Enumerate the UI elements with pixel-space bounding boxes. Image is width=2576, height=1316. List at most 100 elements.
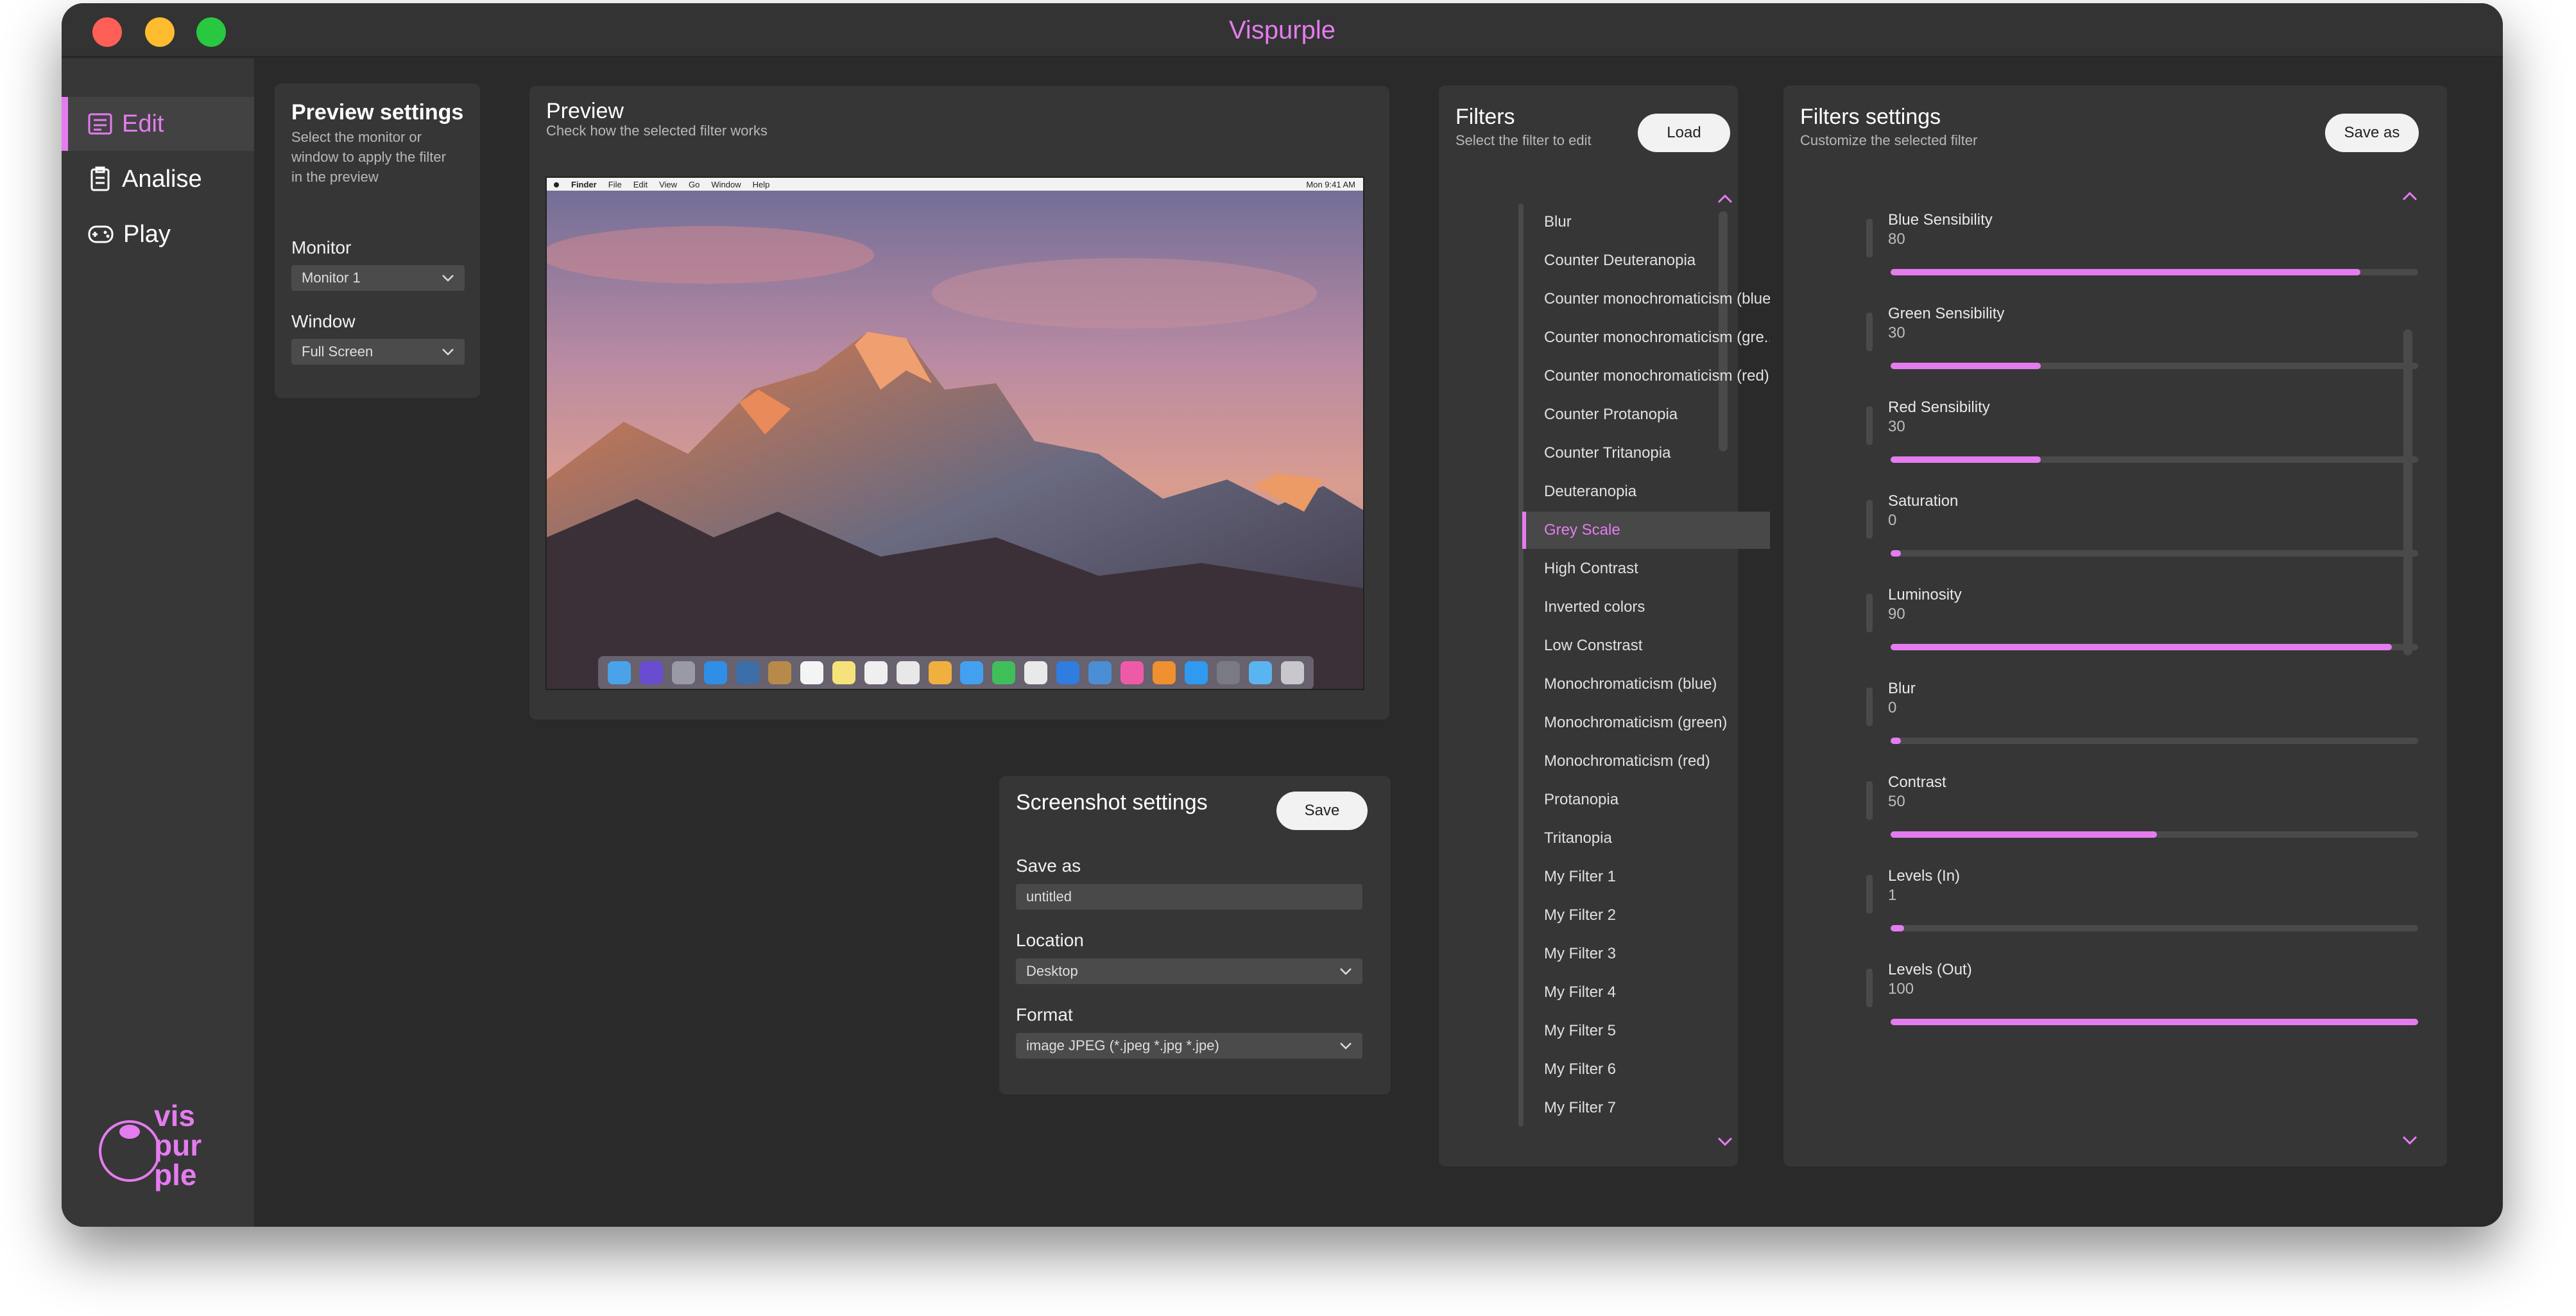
menubar-item: Go <box>689 179 700 189</box>
panel-subtitle: Customize the selected filter <box>1800 132 1978 148</box>
siri-icon <box>639 661 663 684</box>
filter-list-item[interactable]: My Filter 3 <box>1522 935 1770 973</box>
setting-value: 1 <box>1888 887 1897 904</box>
filter-list-item[interactable]: Deuteranopia <box>1522 473 1770 510</box>
setting-value: 30 <box>1888 324 1905 342</box>
setting-slider[interactable] <box>1891 456 2418 463</box>
filter-list-item[interactable]: High Contrast <box>1522 550 1770 587</box>
monitor-select[interactable]: Monitor 1 <box>291 265 465 291</box>
setting-slider[interactable] <box>1891 644 2418 650</box>
menubar-clock: Mon 9:41 AM <box>1306 179 1355 189</box>
filter-list-item[interactable]: Counter Protanopia <box>1522 396 1770 433</box>
filter-setting-row: Levels (Out) 100 <box>1866 961 2418 1044</box>
sidebar-item-label: Play <box>123 220 171 248</box>
filter-list-item[interactable]: Counter monochromaticism (blue) <box>1522 281 1770 318</box>
chevron-up-icon[interactable] <box>2401 189 2419 202</box>
maps-icon <box>896 661 920 684</box>
ibooks-icon <box>1153 661 1176 684</box>
setting-slider[interactable] <box>1891 1019 2418 1025</box>
chevron-down-icon[interactable] <box>1716 1136 1734 1148</box>
vispurple-logo: vis pur ple <box>98 1101 202 1190</box>
setting-slider-fill <box>1891 363 2041 369</box>
panel-subtitle: Select the filter to edit <box>1455 132 1592 148</box>
panel-title: Filters settings <box>1800 105 1941 129</box>
filter-list-item[interactable]: My Filter 4 <box>1522 974 1770 1011</box>
screenshot-settings-panel: Screenshot settings Save Save as untitle… <box>999 776 1391 1095</box>
save-as-input[interactable]: untitled <box>1016 884 1362 910</box>
setting-slider-fill <box>1891 831 2158 838</box>
filter-list-item[interactable]: My Filter 2 <box>1522 897 1770 934</box>
setting-marker <box>1866 969 1873 1007</box>
menubar-item: Finder <box>571 179 597 189</box>
filter-setting-row: Red Sensibility 30 <box>1866 399 2418 482</box>
filter-list-item[interactable]: Counter Deuteranopia <box>1522 242 1770 279</box>
filter-setting-row: Green Sensibility 30 <box>1866 305 2418 388</box>
app-store-icon <box>1185 661 1208 684</box>
setting-value: 100 <box>1888 980 1914 998</box>
location-label: Location <box>1016 930 1084 950</box>
filter-setting-row: Saturation 0 <box>1866 492 2418 576</box>
panel-title: Preview settings <box>291 100 464 125</box>
setting-slider[interactable] <box>1891 831 2418 838</box>
setting-name: Luminosity <box>1888 586 1962 603</box>
save-as-button[interactable]: Save as <box>2325 114 2419 152</box>
logo-text-line: ple <box>154 1158 197 1191</box>
load-button[interactable]: Load <box>1638 114 1730 152</box>
save-button[interactable]: Save <box>1276 792 1368 830</box>
window-select[interactable]: Full Screen <box>291 339 465 365</box>
filter-list-item[interactable]: Grey Scale <box>1522 512 1770 549</box>
filter-list-item[interactable]: My Filter 6 <box>1522 1051 1770 1088</box>
pages-icon <box>1024 661 1048 684</box>
filter-list-item[interactable]: Monochromaticism (green) <box>1522 704 1770 741</box>
filter-list-item[interactable]: Monochromaticism (red) <box>1522 743 1770 780</box>
setting-marker <box>1866 406 1873 445</box>
location-select[interactable]: Desktop <box>1016 958 1362 984</box>
format-select[interactable]: image JPEG (*.jpeg *.jpg *.jpe) <box>1016 1033 1362 1059</box>
sidebar-item-analise[interactable]: Analise <box>62 152 254 206</box>
chevron-down-icon <box>442 349 454 356</box>
format-select-value: image JPEG (*.jpeg *.jpg *.jpe) <box>1026 1037 1219 1053</box>
logo-text-line: vis <box>154 1099 195 1132</box>
filter-list-item[interactable]: My Filter 5 <box>1522 1012 1770 1050</box>
apple-icon <box>554 182 559 187</box>
setting-value: 50 <box>1888 793 1905 810</box>
setting-slider-fill <box>1891 550 1902 557</box>
folder-icon <box>1249 661 1273 684</box>
facetime-icon <box>992 661 1016 684</box>
panel-subtitle: Check how the selected filter works <box>546 123 768 139</box>
location-select-value: Desktop <box>1026 963 1078 979</box>
filter-list-item[interactable]: Counter monochromaticism (red) <box>1522 358 1770 395</box>
filter-list-item[interactable]: Counter monochromaticism (gre... <box>1522 319 1770 356</box>
menubar-item: Help <box>752 179 770 189</box>
filter-list-item[interactable]: Counter Tritanopia <box>1522 435 1770 472</box>
setting-marker <box>1866 594 1873 632</box>
setting-value: 0 <box>1888 699 1897 716</box>
filter-list-item[interactable]: Low Constrast <box>1522 627 1770 664</box>
calendar-icon <box>800 661 823 684</box>
setting-marker <box>1866 875 1873 913</box>
preview-settings-panel: Preview settings Select the monitor or w… <box>275 83 480 398</box>
preview-dock <box>598 656 1314 689</box>
setting-slider[interactable] <box>1891 738 2418 744</box>
filter-list-item[interactable]: Blur <box>1522 203 1770 241</box>
notes-icon <box>832 661 855 684</box>
system-preferences-icon <box>1217 661 1241 684</box>
filter-list-item[interactable]: My Filter 7 <box>1522 1089 1770 1127</box>
sidebar-item-edit[interactable]: Edit <box>62 97 254 151</box>
edit-icon <box>88 113 112 135</box>
numbers-icon <box>1056 661 1080 684</box>
sidebar-item-play[interactable]: Play <box>62 207 254 261</box>
setting-slider[interactable] <box>1891 269 2418 275</box>
filter-list-item[interactable]: Protanopia <box>1522 781 1770 818</box>
filter-list-item[interactable]: My Filter 1 <box>1522 858 1770 896</box>
filter-list-item[interactable]: Tritanopia <box>1522 820 1770 857</box>
chevron-up-icon[interactable] <box>1716 192 1734 205</box>
setting-slider[interactable] <box>1891 363 2418 369</box>
setting-slider-fill <box>1891 1019 2418 1025</box>
filter-list-item[interactable]: Monochromaticism (blue) <box>1522 666 1770 703</box>
setting-slider[interactable] <box>1891 925 2418 931</box>
filter-list-item[interactable]: Inverted colors <box>1522 589 1770 626</box>
chevron-down-icon[interactable] <box>2401 1134 2419 1147</box>
chevron-down-icon <box>1340 968 1352 975</box>
setting-slider[interactable] <box>1891 550 2418 557</box>
